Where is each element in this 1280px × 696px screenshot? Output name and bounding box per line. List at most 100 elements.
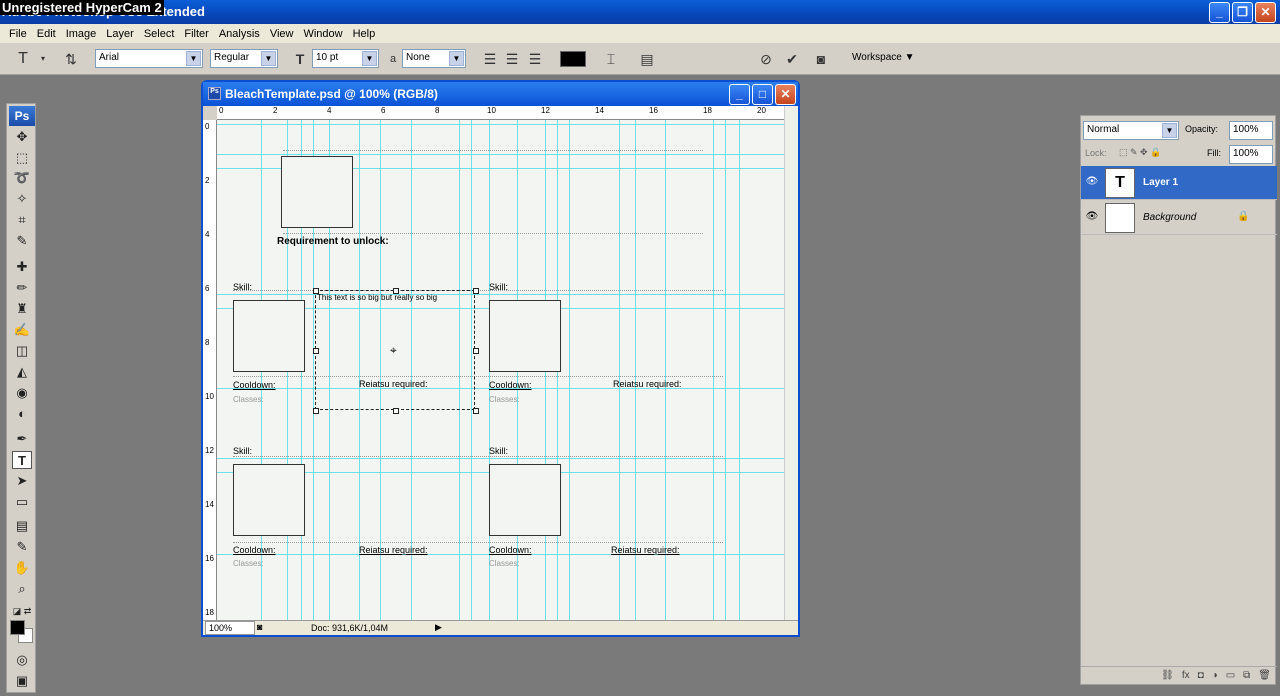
lock-options-icon[interactable]: ⬚ ✎ ✥ 🔒 xyxy=(1119,147,1161,158)
menu-file[interactable]: File xyxy=(4,28,32,40)
eyedropper-2-tool-icon[interactable]: ✎ xyxy=(12,538,32,556)
menu-help[interactable]: Help xyxy=(348,28,381,40)
layer-row[interactable]: 👁 Background 🔒 xyxy=(1081,201,1277,235)
menu-analysis[interactable]: Analysis xyxy=(214,28,265,40)
path-selection-tool-icon[interactable]: ➤ xyxy=(12,472,32,490)
blend-mode-select[interactable]: Normal ▼ xyxy=(1083,121,1179,140)
fill-field[interactable]: 100% xyxy=(1229,145,1273,164)
resize-handle[interactable] xyxy=(473,288,479,294)
font-family-select[interactable]: Arial ▼ xyxy=(95,49,203,68)
canvas[interactable]: Requirement to unlock: Skill: Cooldown: … xyxy=(217,120,784,620)
guide[interactable] xyxy=(739,120,740,620)
menu-window[interactable]: Window xyxy=(298,28,347,40)
visibility-eye-icon[interactable]: 👁 xyxy=(1085,176,1099,190)
text-orientation-icon[interactable]: ⇅ xyxy=(62,50,80,68)
vertical-scrollbar[interactable] xyxy=(784,106,798,620)
visibility-eye-icon[interactable]: 👁 xyxy=(1085,211,1099,225)
warp-text-icon[interactable]: ⌶ xyxy=(602,50,620,68)
doc-minimize-button[interactable]: _ xyxy=(729,84,750,105)
guide[interactable] xyxy=(217,124,784,125)
vertical-ruler[interactable]: 0 2 4 6 8 10 12 14 16 18 xyxy=(203,120,217,620)
guide[interactable] xyxy=(217,294,784,295)
new-layer-icon[interactable]: ⧉ xyxy=(1243,670,1250,681)
guide[interactable] xyxy=(217,154,784,155)
clone-stamp-tool-icon[interactable]: ♜ xyxy=(12,300,32,318)
close-button[interactable]: ✕ xyxy=(1255,2,1276,23)
link-layers-icon[interactable]: ⛓ xyxy=(1161,670,1174,681)
status-icon[interactable]: ◙ xyxy=(257,622,262,632)
zoom-field[interactable]: 100% xyxy=(205,621,255,635)
menu-select[interactable]: Select xyxy=(139,28,180,40)
pen-tool-icon[interactable]: ✒ xyxy=(12,430,32,448)
magic-wand-tool-icon[interactable]: ✧ xyxy=(12,190,32,208)
lasso-tool-icon[interactable]: ➰ xyxy=(12,169,32,187)
align-right-icon[interactable]: ☰ xyxy=(526,50,544,68)
align-center-icon[interactable]: ☰ xyxy=(503,50,521,68)
history-brush-tool-icon[interactable]: ✍ xyxy=(12,321,32,339)
eraser-tool-icon[interactable]: ◫ xyxy=(12,342,32,360)
crop-tool-icon[interactable]: ⌗ xyxy=(12,211,32,229)
blur-tool-icon[interactable]: ◉ xyxy=(12,384,32,402)
resize-handle[interactable] xyxy=(393,408,399,414)
type-tool-icon[interactable]: T xyxy=(12,451,32,469)
default-colors-icon[interactable]: ◪ ⇄ xyxy=(12,602,32,620)
guide[interactable] xyxy=(713,120,714,620)
shape-tool-icon[interactable]: ▭ xyxy=(12,493,32,511)
cancel-edit-icon[interactable]: ⊘ xyxy=(757,50,775,68)
font-size-select[interactable]: 10 pt ▼ xyxy=(312,49,379,68)
horizontal-ruler[interactable]: 0 2 4 6 8 10 12 14 16 18 20 xyxy=(217,106,784,120)
foreground-color-swatch[interactable] xyxy=(10,620,25,635)
paint-bucket-tool-icon[interactable]: ◭ xyxy=(12,363,32,381)
minimize-button[interactable]: _ xyxy=(1209,2,1230,23)
layer-style-icon[interactable]: fx xyxy=(1182,670,1190,681)
font-style-select[interactable]: Regular ▼ xyxy=(210,49,278,68)
layer-mask-icon[interactable]: ◘ xyxy=(1198,670,1204,681)
eyedropper-tool-icon[interactable]: ✎ xyxy=(12,232,32,250)
menu-view[interactable]: View xyxy=(265,28,299,40)
text-color-swatch[interactable] xyxy=(560,51,586,67)
delete-layer-icon[interactable]: 🗑 xyxy=(1258,670,1271,681)
bridge-icon[interactable]: ◙ xyxy=(812,50,830,68)
zoom-tool-icon[interactable]: ⌕ xyxy=(12,580,32,598)
screen-mode-icon[interactable]: ▣ xyxy=(12,672,32,690)
workspace-menu[interactable]: Workspace ▼ xyxy=(852,52,915,63)
quick-mask-icon[interactable]: ◎ xyxy=(12,651,32,669)
marquee-tool-icon[interactable]: ⬚ xyxy=(12,149,32,167)
resize-handle[interactable] xyxy=(393,288,399,294)
type-tool-preset-icon[interactable]: T xyxy=(14,50,32,68)
layer-name[interactable]: Layer 1 xyxy=(1143,177,1178,188)
preset-dropdown-icon[interactable]: ▾ xyxy=(34,50,52,68)
status-menu-arrow-icon[interactable]: ▶ xyxy=(435,622,442,633)
align-left-icon[interactable]: ☰ xyxy=(481,50,499,68)
doc-maximize-button[interactable]: □ xyxy=(752,84,773,105)
notes-tool-icon[interactable]: ▤ xyxy=(12,517,32,535)
adjustment-layer-icon[interactable]: ◑ xyxy=(1212,670,1218,681)
layer-name[interactable]: Background xyxy=(1143,212,1196,223)
menu-edit[interactable]: Edit xyxy=(32,28,61,40)
layer-row[interactable]: 👁 T Layer 1 xyxy=(1081,166,1277,200)
opacity-field[interactable]: 100% xyxy=(1229,121,1273,140)
resize-handle[interactable] xyxy=(313,408,319,414)
hand-tool-icon[interactable]: ✋ xyxy=(12,559,32,577)
new-group-icon[interactable]: ▭ xyxy=(1226,670,1235,681)
brush-tool-icon[interactable]: ✏ xyxy=(12,279,32,297)
menu-filter[interactable]: Filter xyxy=(179,28,213,40)
resize-handle[interactable] xyxy=(473,408,479,414)
text-bounding-box[interactable]: This text is so big but really so big ⌖ xyxy=(313,288,479,414)
menu-image[interactable]: Image xyxy=(61,28,102,40)
editing-text[interactable]: This text is so big but really so big xyxy=(317,293,437,302)
dodge-tool-icon[interactable]: ◐ xyxy=(12,405,32,423)
resize-handle[interactable] xyxy=(313,348,319,354)
move-tool-icon[interactable]: ✥ xyxy=(12,128,32,146)
character-panel-icon[interactable]: ▤ xyxy=(638,50,656,68)
commit-edit-icon[interactable]: ✔ xyxy=(783,50,801,68)
restore-button[interactable]: ❐ xyxy=(1232,2,1253,23)
guide[interactable] xyxy=(569,120,570,620)
antialias-select[interactable]: None ▼ xyxy=(402,49,466,68)
resize-handle[interactable] xyxy=(473,348,479,354)
doc-close-button[interactable]: ✕ xyxy=(775,84,796,105)
guide[interactable] xyxy=(217,458,784,459)
menu-layer[interactable]: Layer xyxy=(101,28,139,40)
guide[interactable] xyxy=(725,120,726,620)
healing-brush-tool-icon[interactable]: ✚ xyxy=(12,258,32,276)
